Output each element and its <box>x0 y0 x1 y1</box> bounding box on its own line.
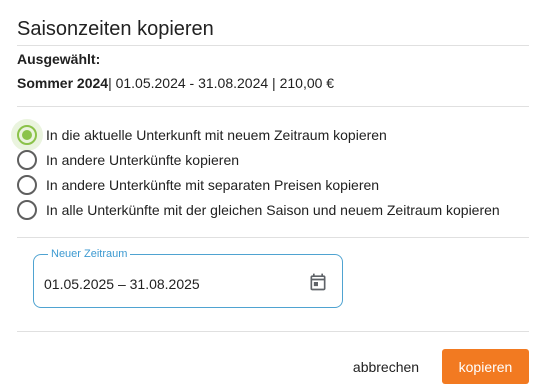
divider <box>17 45 529 46</box>
radio-button-checked[interactable] <box>11 118 43 151</box>
copy-button[interactable]: kopieren <box>442 349 529 384</box>
radio-option-label: In andere Unterkünfte kopieren <box>46 151 240 168</box>
radio-option-current-accommodation[interactable]: In die aktuelle Unterkunft mit neuem Zei… <box>11 118 500 151</box>
dialog-title: Saisonzeiten kopieren <box>17 18 214 40</box>
radio-option-label: In andere Unterkünfte mit separaten Prei… <box>46 176 380 193</box>
radio-option-all-accommodations[interactable]: In alle Unterkünfte mit der gleichen Sai… <box>17 197 500 222</box>
radio-option-label: In die aktuelle Unterkunft mit neuem Zei… <box>46 126 387 143</box>
radio-option-label: In alle Unterkünfte mit der gleichen Sai… <box>46 201 500 218</box>
season-details: | 01.05.2024 - 31.08.2024 | 210,00 € <box>108 75 335 91</box>
date-range-value[interactable]: 01.05.2025 – 31.08.2025 <box>44 276 200 292</box>
cancel-button[interactable]: abbrechen <box>346 350 426 384</box>
selection-summary: Sommer 2024| 01.05.2024 - 31.08.2024 | 2… <box>17 75 334 91</box>
season-name: Sommer 2024 <box>17 75 109 91</box>
divider <box>17 106 529 107</box>
copy-option-group: In die aktuelle Unterkunft mit neuem Zei… <box>11 118 500 222</box>
date-range-label: Neuer Zeitraum <box>48 248 131 260</box>
radio-button[interactable] <box>17 174 37 195</box>
selection-label: Ausgewählt: <box>17 51 101 67</box>
calendar-icon[interactable] <box>308 272 328 292</box>
radio-option-separate-prices[interactable]: In andere Unterkünfte mit separaten Prei… <box>17 172 500 197</box>
radio-button[interactable] <box>17 149 37 170</box>
divider <box>17 331 529 332</box>
date-range-field[interactable]: Neuer Zeitraum 01.05.2025 – 31.08.2025 <box>33 248 343 308</box>
divider <box>17 237 529 238</box>
radio-button[interactable] <box>17 199 37 220</box>
radio-option-other-accommodations[interactable]: In andere Unterkünfte kopieren <box>17 147 500 172</box>
